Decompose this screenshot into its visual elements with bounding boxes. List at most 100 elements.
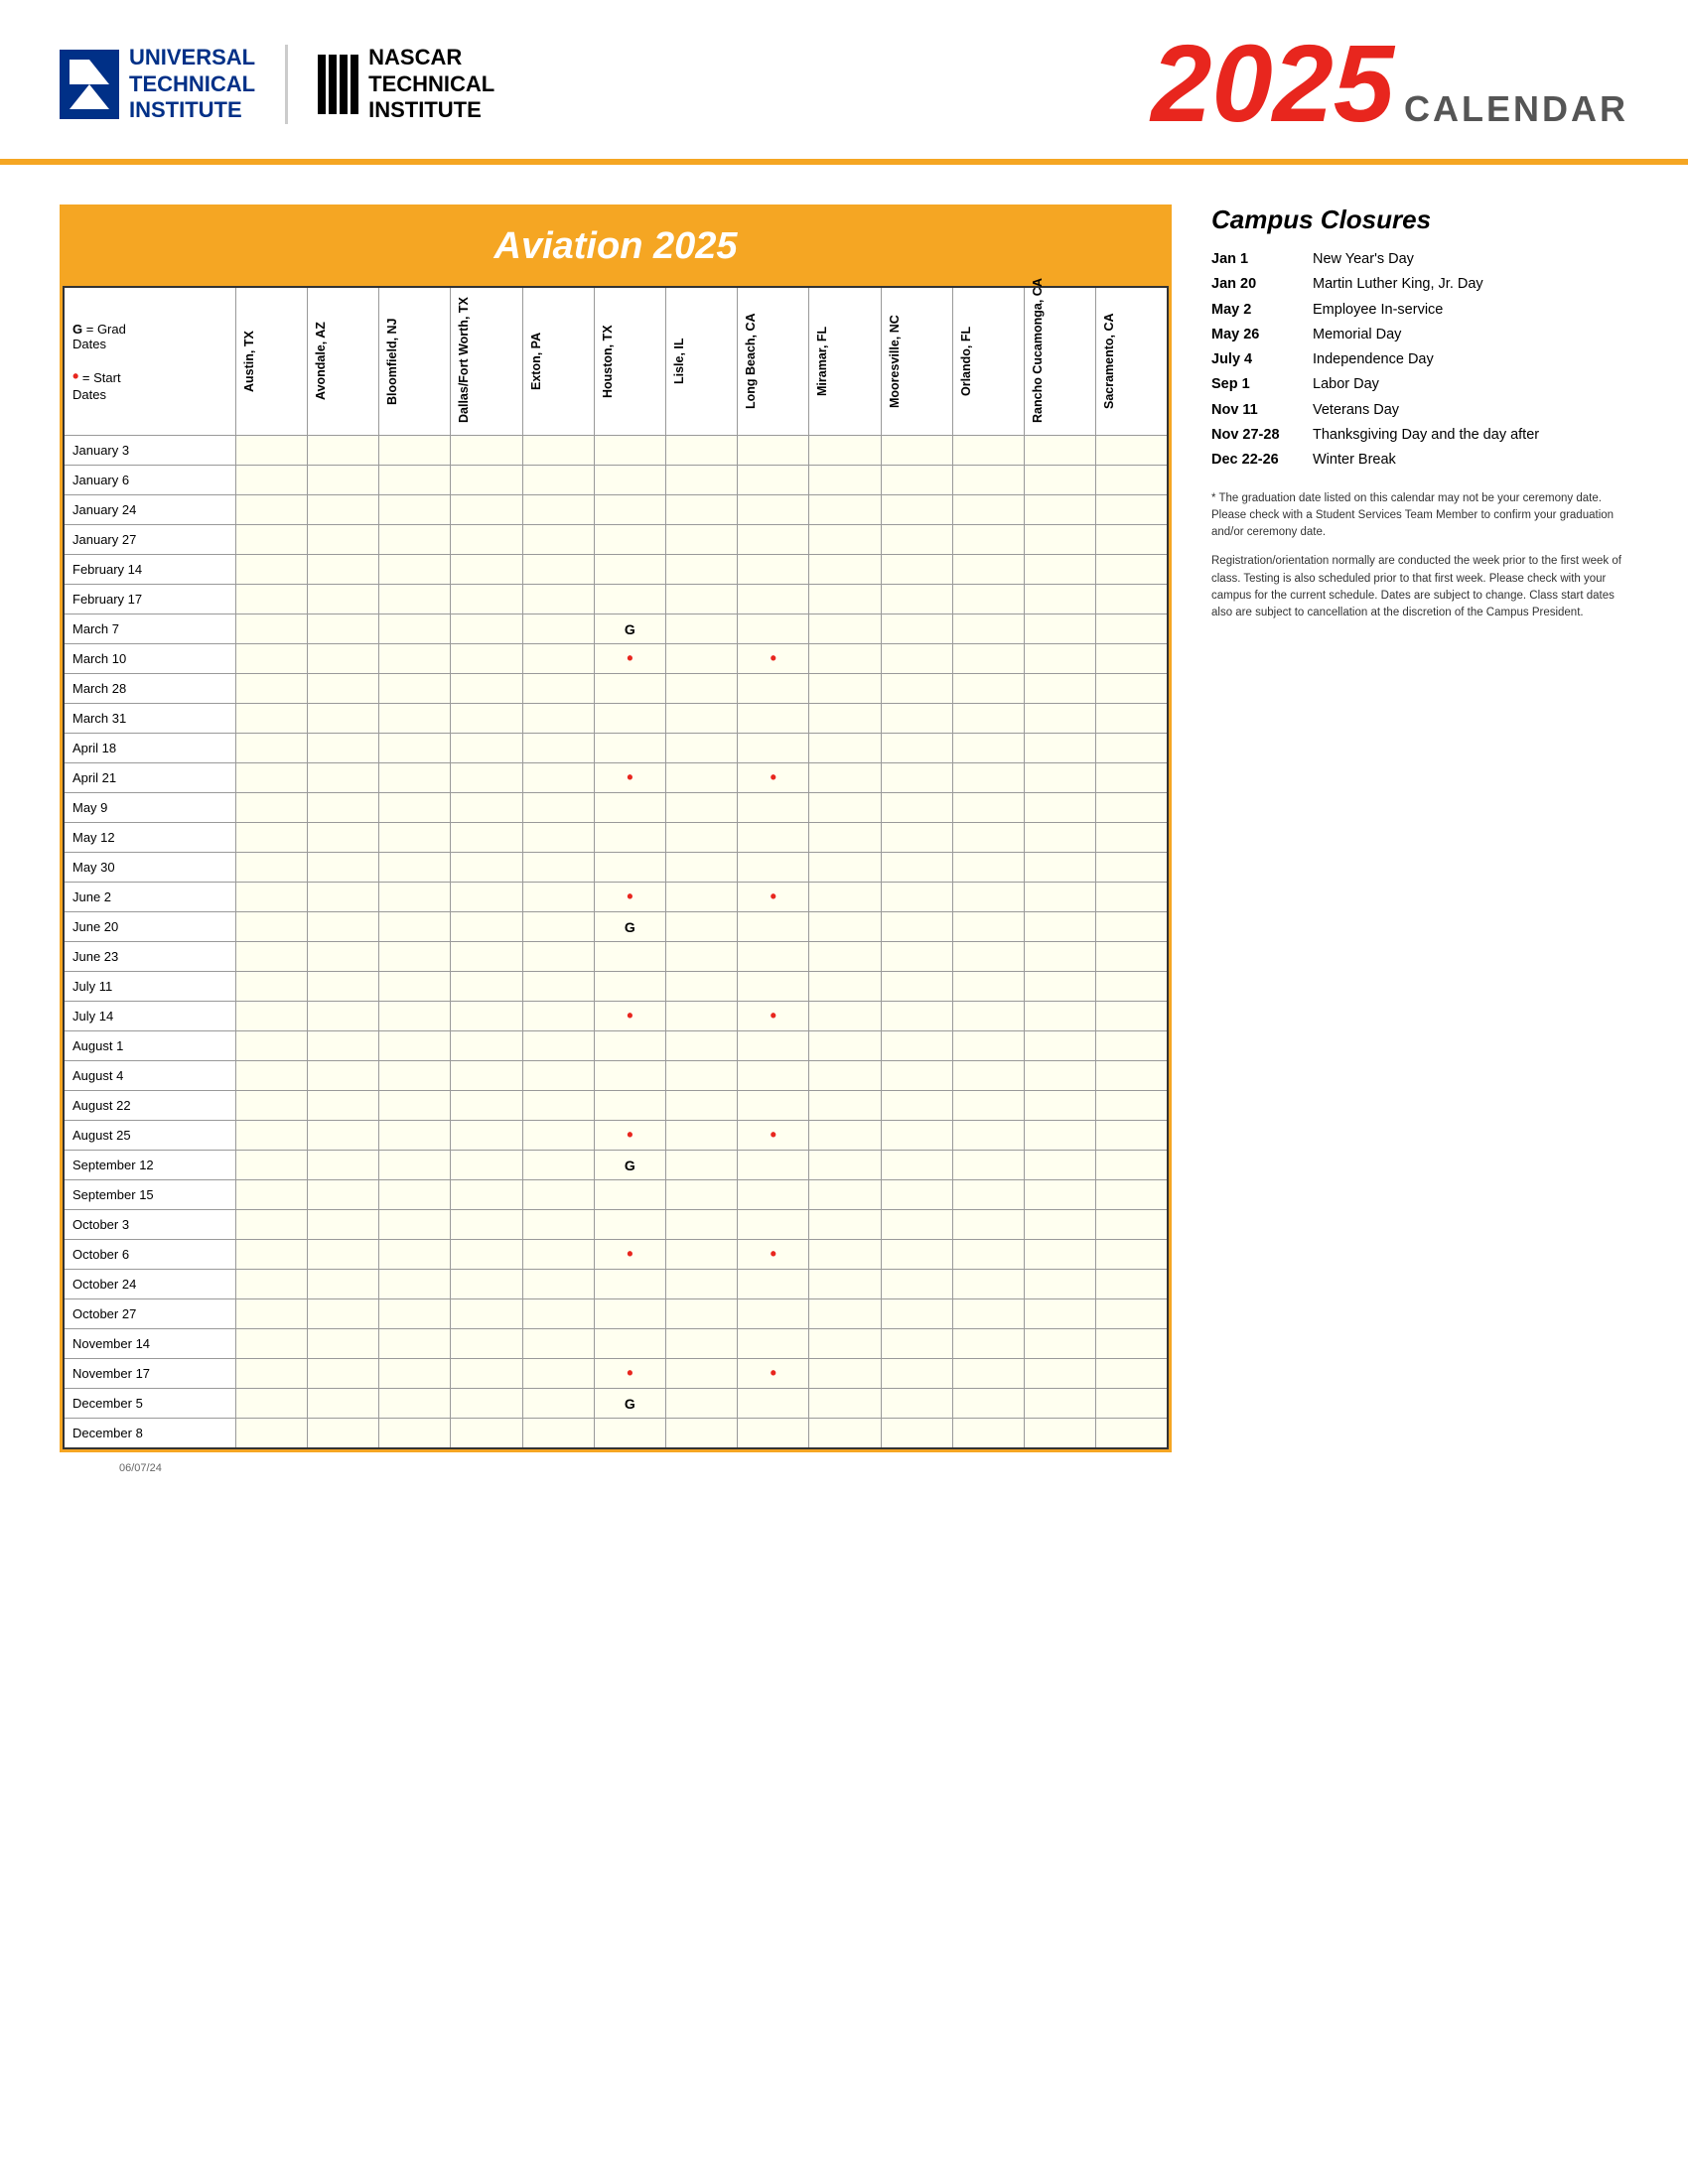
uti-logo: UNIVERSAL TECHNICAL INSTITUTE [60, 45, 255, 123]
data-cell [665, 1270, 737, 1299]
data-cell [952, 1419, 1024, 1448]
data-cell [451, 585, 522, 614]
data-cell [665, 585, 737, 614]
data-cell [451, 525, 522, 555]
data-cell [451, 942, 522, 972]
data-cell [809, 972, 881, 1002]
data-cell [522, 674, 594, 704]
data-cell [809, 644, 881, 674]
data-cell [379, 1151, 451, 1180]
data-cell [881, 1121, 952, 1151]
data-cell [665, 614, 737, 644]
data-cell [952, 1210, 1024, 1240]
data-cell [738, 853, 809, 883]
closure-table: Jan 1New Year's DayJan 20Martin Luther K… [1211, 249, 1628, 471]
data-cell [594, 525, 665, 555]
closure-row: May 26Memorial Day [1211, 325, 1628, 344]
data-cell [594, 1180, 665, 1210]
data-cell [594, 1329, 665, 1359]
data-cell [952, 1091, 1024, 1121]
date-cell: July 11 [64, 972, 235, 1002]
data-cell [881, 763, 952, 793]
table-row: August 25•• [64, 1121, 1168, 1151]
data-cell [809, 1299, 881, 1329]
data-cell [235, 1002, 307, 1031]
data-cell [379, 763, 451, 793]
footnote-1: * The graduation date listed on this cal… [1211, 490, 1628, 542]
data-cell [594, 853, 665, 883]
data-cell [665, 1061, 737, 1091]
data-cell [307, 912, 378, 942]
date-cell: March 10 [64, 644, 235, 674]
data-cell [235, 972, 307, 1002]
data-cell [379, 883, 451, 912]
data-cell [881, 1061, 952, 1091]
data-cell [738, 674, 809, 704]
data-cell [1024, 912, 1095, 942]
data-cell [665, 704, 737, 734]
data-cell [881, 614, 952, 644]
data-cell [522, 1061, 594, 1091]
date-cell: October 24 [64, 1270, 235, 1299]
data-cell [1024, 763, 1095, 793]
data-cell [952, 853, 1024, 883]
table-row: April 18 [64, 734, 1168, 763]
data-cell [809, 1061, 881, 1091]
data-cell [809, 1329, 881, 1359]
data-cell [235, 555, 307, 585]
data-cell [809, 1210, 881, 1240]
data-cell [235, 525, 307, 555]
data-cell: G [594, 1151, 665, 1180]
data-cell [451, 1299, 522, 1329]
date-cell: November 17 [64, 1359, 235, 1389]
data-cell: G [594, 614, 665, 644]
data-cell [451, 1329, 522, 1359]
data-cell [307, 1359, 378, 1389]
data-cell [451, 793, 522, 823]
data-cell [307, 1151, 378, 1180]
data-cell [379, 495, 451, 525]
data-cell [738, 972, 809, 1002]
data-cell [881, 823, 952, 853]
data-cell [594, 1091, 665, 1121]
data-cell [665, 823, 737, 853]
data-cell [881, 1151, 952, 1180]
data-cell [451, 1359, 522, 1389]
data-cell [594, 704, 665, 734]
col-orlando: Orlando, FL [952, 287, 1024, 436]
data-cell [379, 1359, 451, 1389]
data-cell [594, 1061, 665, 1091]
data-cell [881, 912, 952, 942]
data-cell [881, 1329, 952, 1359]
data-cell [451, 1389, 522, 1419]
calendar-label: CALENDAR [1404, 88, 1628, 130]
data-cell [522, 1299, 594, 1329]
data-cell [379, 555, 451, 585]
data-cell [235, 1359, 307, 1389]
data-cell [881, 1419, 952, 1448]
data-cell: • [738, 1240, 809, 1270]
data-cell [451, 674, 522, 704]
date-cell: May 9 [64, 793, 235, 823]
data-cell [809, 436, 881, 466]
data-cell [379, 853, 451, 883]
data-cell [522, 1031, 594, 1061]
data-cell [665, 853, 737, 883]
data-cell [809, 1151, 881, 1180]
data-cell [738, 1389, 809, 1419]
col-austin: Austin, TX [235, 287, 307, 436]
calendar-table: G = GradDates • = StartDates Austin, TX … [63, 286, 1169, 1449]
data-cell [594, 585, 665, 614]
data-cell [1096, 1389, 1168, 1419]
closure-description: Winter Break [1313, 450, 1396, 470]
data-cell [379, 466, 451, 495]
data-cell [522, 1419, 594, 1448]
data-cell [881, 942, 952, 972]
table-row: August 22 [64, 1091, 1168, 1121]
data-cell [952, 942, 1024, 972]
date-cell: June 23 [64, 942, 235, 972]
data-cell [952, 644, 1024, 674]
data-cell [235, 1419, 307, 1448]
data-cell [235, 853, 307, 883]
date-cell: July 14 [64, 1002, 235, 1031]
